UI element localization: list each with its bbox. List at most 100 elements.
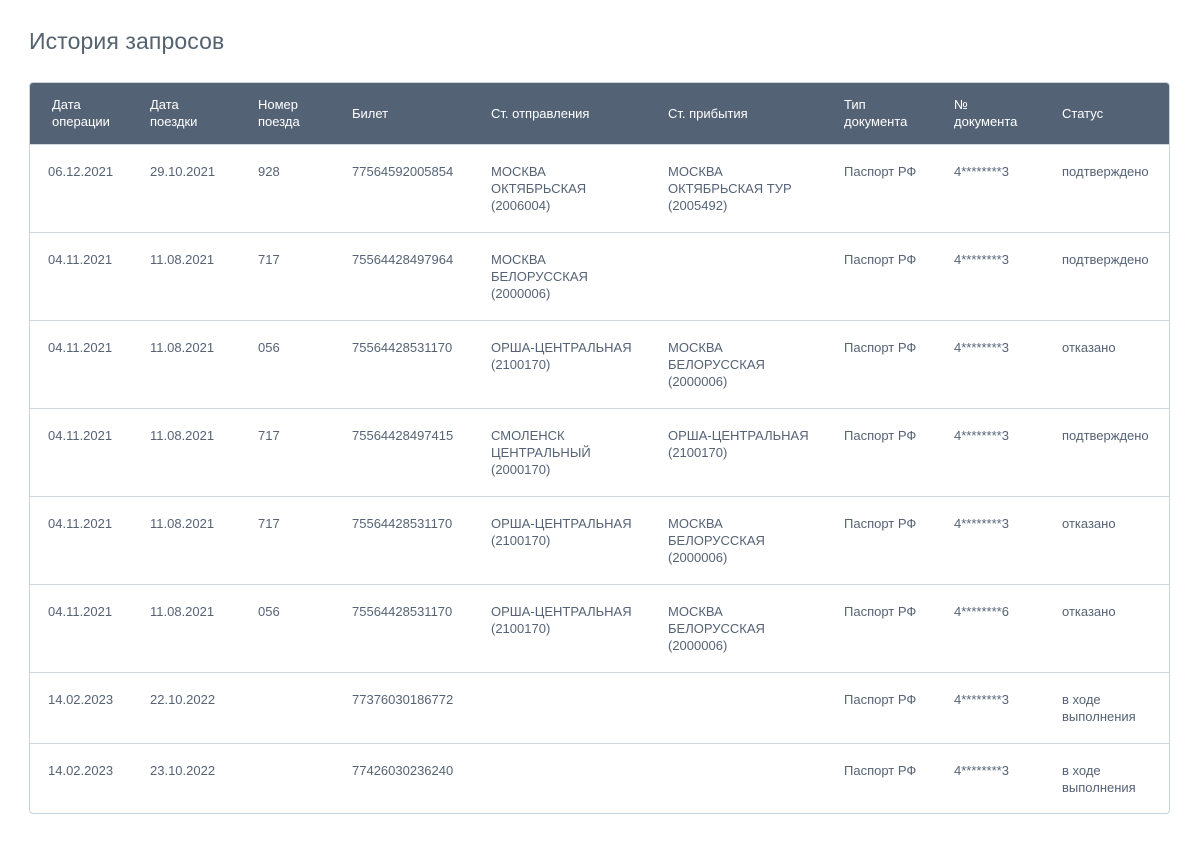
cell-operation-date: 04.11.2021 xyxy=(30,583,150,672)
requests-table-container: Дата операции Дата поездки Номер поезда Билет С… xyxy=(29,82,1170,814)
cell-text: 11.08.2021 xyxy=(150,339,215,355)
cell-text: 4********3 xyxy=(954,691,1009,707)
column-header-status: Статус xyxy=(1062,105,1104,121)
cell-document-number: 4********3 xyxy=(954,319,1062,408)
cell-text: подтверждено xyxy=(1062,427,1149,443)
column-header-trip-date: Дата поездки xyxy=(150,97,198,130)
cell-text: 928 xyxy=(258,163,280,179)
cell-train-number xyxy=(258,742,352,813)
cell-text: МОСКВА БЕЛОРУССКАЯ (2000006) xyxy=(668,339,765,389)
page-title: История запросов xyxy=(29,28,225,54)
cell-text: отказано xyxy=(1062,339,1116,355)
cell-status: в ходе выполнения xyxy=(1062,671,1169,743)
cell-text: 75564428497964 xyxy=(352,251,454,267)
cell-text: ОРША-ЦЕНТРАЛЬНАЯ (2100170) xyxy=(491,339,632,372)
cell-arrival-station: ОРША-ЦЕНТРАЛЬНАЯ (2100170) xyxy=(668,407,844,496)
cell-arrival-station xyxy=(668,231,844,320)
cell-text: 29.10.2021 xyxy=(150,163,216,179)
cell-text: Паспорт РФ xyxy=(844,603,917,619)
cell-train-number: 056 xyxy=(258,319,352,408)
cell-text: 4********3 xyxy=(954,762,1009,778)
cell-status: подтверждено xyxy=(1062,231,1169,320)
cell-operation-date: 04.11.2021 xyxy=(30,231,150,320)
cell-text: 717 xyxy=(258,515,280,531)
cell-trip-date: 11.08.2021 xyxy=(150,319,258,408)
cell-text xyxy=(491,673,668,691)
cell-train-number: 717 xyxy=(258,231,352,320)
cell-text xyxy=(668,233,844,251)
cell-text: 4********3 xyxy=(954,339,1009,355)
cell-text: 4********3 xyxy=(954,163,1009,179)
cell-operation-date: 04.11.2021 xyxy=(30,495,150,584)
cell-document-number: 4********3 xyxy=(954,407,1062,496)
table-header-row: Дата операции Дата поездки Номер поезда Билет С… xyxy=(30,83,1169,144)
cell-trip-date: 11.08.2021 xyxy=(150,407,258,496)
cell-text: 77564592005854 xyxy=(352,163,454,179)
cell-train-number: 717 xyxy=(258,495,352,584)
cell-document-type: Паспорт РФ xyxy=(844,742,954,813)
table-row: 14.02.2023 23.10.2022 77426030236240 Паспор… xyxy=(30,742,1169,813)
cell-ticket: 75564428531170 xyxy=(352,319,491,408)
cell-text: 14.02.2023 xyxy=(48,691,114,707)
cell-text: 77426030236240 xyxy=(352,762,454,778)
table-row: 14.02.2023 22.10.2022 77376030186772 Паспор… xyxy=(30,671,1169,743)
cell-operation-date: 04.11.2021 xyxy=(30,319,150,408)
cell-text: 04.11.2021 xyxy=(48,251,113,267)
cell-document-type: Паспорт РФ xyxy=(844,495,954,584)
cell-status: отказано xyxy=(1062,319,1169,408)
cell-text: 06.12.2021 xyxy=(48,163,114,179)
cell-text: 4********3 xyxy=(954,515,1009,531)
cell-text: ОРША-ЦЕНТРАЛЬНАЯ (2100170) xyxy=(668,427,809,460)
cell-text: 056 xyxy=(258,603,280,619)
cell-text: 4********3 xyxy=(954,251,1009,267)
cell-text xyxy=(258,744,352,762)
column-header-document-number: № документа xyxy=(954,97,1018,130)
cell-text: отказано xyxy=(1062,603,1116,619)
cell-arrival-station xyxy=(668,742,844,813)
cell-text: Паспорт РФ xyxy=(844,691,917,707)
cell-text: 75564428531170 xyxy=(352,603,453,619)
cell-text: подтверждено xyxy=(1062,163,1149,179)
column-header-train-number: Номер поезда xyxy=(258,97,300,130)
cell-arrival-station: МОСКВА БЕЛОРУССКАЯ (2000006) xyxy=(668,495,844,584)
table-body: 06.12.2021 29.10.2021 928 77564592005854 МОС… xyxy=(30,143,1169,813)
cell-text: в ходе выполнения xyxy=(1062,762,1136,795)
cell-document-number: 4********6 xyxy=(954,583,1062,672)
cell-document-number: 4********3 xyxy=(954,742,1062,813)
cell-departure-station: ОРША-ЦЕНТРАЛЬНАЯ (2100170) xyxy=(491,583,668,672)
cell-text: 77376030186772 xyxy=(352,691,454,707)
cell-document-type: Паспорт РФ xyxy=(844,319,954,408)
cell-text: в ходе выполнения xyxy=(1062,691,1136,724)
column-header-departure-station: Ст. отправления xyxy=(491,105,590,121)
cell-text: МОСКВА ОКТЯБРЬСКАЯ ТУР (2005492) xyxy=(668,163,792,213)
cell-text: 717 xyxy=(258,251,280,267)
cell-text: отказано xyxy=(1062,515,1116,531)
column-header-operation-date: Дата операции xyxy=(52,97,110,130)
cell-operation-date: 04.11.2021 xyxy=(30,407,150,496)
cell-ticket: 77376030186772 xyxy=(352,671,491,743)
cell-departure-station xyxy=(491,742,668,813)
table-header: Дата операции Дата поездки Номер поезда Билет С… xyxy=(30,83,1169,144)
cell-text: 04.11.2021 xyxy=(48,339,113,355)
cell-text: СМОЛЕНСК ЦЕНТРАЛЬНЫЙ (2000170) xyxy=(491,427,591,477)
cell-trip-date: 11.08.2021 xyxy=(150,231,258,320)
cell-train-number: 928 xyxy=(258,143,352,232)
cell-departure-station: СМОЛЕНСК ЦЕНТРАЛЬНЫЙ (2000170) xyxy=(491,407,668,496)
table-row: 04.11.2021 11.08.2021 056 75564428531170 ОРШ… xyxy=(30,319,1169,408)
cell-ticket: 77564592005854 xyxy=(352,143,491,232)
cell-text: 11.08.2021 xyxy=(150,251,215,267)
cell-text: 04.11.2021 xyxy=(48,427,113,443)
cell-text: МОСКВА ОКТЯБРЬСКАЯ (2006004) xyxy=(491,163,587,213)
cell-trip-date: 11.08.2021 xyxy=(150,495,258,584)
cell-text: 75564428531170 xyxy=(352,515,453,531)
cell-text xyxy=(258,673,352,691)
cell-text: подтверждено xyxy=(1062,251,1149,267)
cell-departure-station: МОСКВА ОКТЯБРЬСКАЯ (2006004) xyxy=(491,143,668,232)
table-row: 04.11.2021 11.08.2021 717 75564428497964 МОС… xyxy=(30,231,1169,320)
cell-text: 4********6 xyxy=(954,603,1009,619)
cell-text xyxy=(668,673,844,691)
cell-text xyxy=(491,744,668,762)
cell-text: 22.10.2022 xyxy=(150,691,216,707)
cell-train-number xyxy=(258,671,352,743)
cell-ticket: 75564428531170 xyxy=(352,583,491,672)
